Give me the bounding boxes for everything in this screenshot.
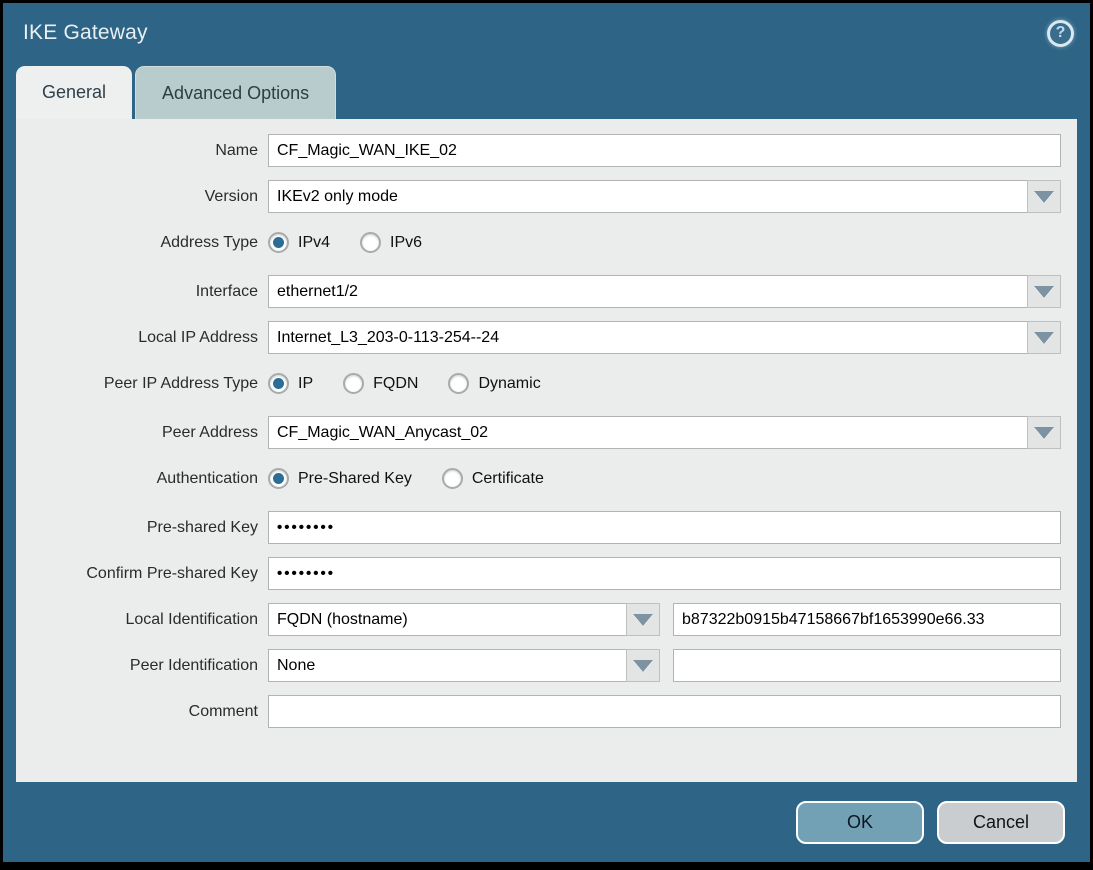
local-identification-type-select: FQDN (hostname) <box>268 603 660 636</box>
radio-button-icon <box>268 373 289 394</box>
comment-row: Comment <box>16 695 1061 728</box>
peer-ip-type-radio-ip[interactable]: IP <box>268 373 313 394</box>
radio-label: Pre-Shared Key <box>298 470 412 488</box>
radio-button-icon <box>268 468 289 489</box>
peer-address-dropdown-button[interactable] <box>1027 416 1061 449</box>
local-ip-address-label: Local IP Address <box>16 329 268 347</box>
version-label: Version <box>16 188 268 206</box>
chevron-down-icon <box>1034 332 1054 344</box>
comment-input[interactable] <box>268 695 1061 728</box>
tab-general-label: General <box>42 82 106 103</box>
peer-address-row: Peer Address CF_Magic_WAN_Anycast_02 <box>16 416 1061 449</box>
local-ip-address-select: Internet_L3_203-0-113-254--24 <box>268 321 1061 354</box>
chevron-down-icon <box>1034 191 1054 203</box>
peer-ip-type-radio-fqdn[interactable]: FQDN <box>343 373 418 394</box>
address-type-label: Address Type <box>16 234 268 252</box>
tab-general[interactable]: General <box>16 66 132 119</box>
peer-address-select-value[interactable]: CF_Magic_WAN_Anycast_02 <box>268 416 1028 449</box>
tab-advanced-options-label: Advanced Options <box>162 83 309 104</box>
ike-gateway-dialog: IKE Gateway ? General Advanced Options N… <box>0 0 1093 870</box>
authentication-label: Authentication <box>16 470 268 488</box>
radio-button-icon <box>343 373 364 394</box>
general-tab-panel: Name CF_Magic_WAN_IKE_02 Version IKEv2 o… <box>16 119 1077 782</box>
peer-identification-label: Peer Identification <box>16 657 268 675</box>
tab-advanced-options[interactable]: Advanced Options <box>135 66 336 119</box>
radio-label: IPv4 <box>298 234 330 252</box>
help-icon[interactable]: ? <box>1047 20 1074 47</box>
local-ip-address-select-value[interactable]: Internet_L3_203-0-113-254--24 <box>268 321 1028 354</box>
radio-label: IPv6 <box>390 234 422 252</box>
name-row: Name CF_Magic_WAN_IKE_02 <box>16 134 1061 167</box>
local-ip-address-row: Local IP Address Internet_L3_203-0-113-2… <box>16 321 1061 354</box>
address-type-radio-ipv4[interactable]: IPv4 <box>268 232 330 253</box>
version-dropdown-button[interactable] <box>1027 180 1061 213</box>
peer-ip-address-type-label: Peer IP Address Type <box>16 375 268 393</box>
name-input[interactable]: CF_Magic_WAN_IKE_02 <box>268 134 1061 167</box>
radio-label: Dynamic <box>478 375 540 393</box>
local-identification-label: Local Identification <box>16 611 268 629</box>
peer-address-label: Peer Address <box>16 424 268 442</box>
interface-row: Interface ethernet1/2 <box>16 275 1061 308</box>
confirm-pre-shared-key-row: Confirm Pre-shared Key •••••••• <box>16 557 1061 590</box>
chevron-down-icon <box>633 660 653 672</box>
confirm-pre-shared-key-label: Confirm Pre-shared Key <box>16 565 268 583</box>
local-identification-value-input[interactable]: b87322b0915b47158667bf1653990e66.33 <box>673 603 1061 636</box>
cancel-button[interactable]: Cancel <box>937 801 1065 844</box>
interface-label: Interface <box>16 283 268 301</box>
interface-select: ethernet1/2 <box>268 275 1061 308</box>
version-select-value[interactable]: IKEv2 only mode <box>268 180 1028 213</box>
radio-label: Certificate <box>472 470 544 488</box>
peer-ip-type-radio-dynamic[interactable]: Dynamic <box>448 373 540 394</box>
peer-ip-address-type-row: Peer IP Address Type IP FQDN Dynamic <box>16 367 1061 400</box>
local-ip-address-dropdown-button[interactable] <box>1027 321 1061 354</box>
local-identification-row: Local Identification FQDN (hostname) b87… <box>16 603 1061 636</box>
chevron-down-icon <box>1034 427 1054 439</box>
pre-shared-key-row: Pre-shared Key •••••••• <box>16 511 1061 544</box>
radio-button-icon <box>360 232 381 253</box>
peer-identification-type-select: None <box>268 649 660 682</box>
local-identification-dropdown-button[interactable] <box>626 603 660 636</box>
peer-identification-dropdown-button[interactable] <box>626 649 660 682</box>
version-select: IKEv2 only mode <box>268 180 1061 213</box>
name-label: Name <box>16 142 268 160</box>
local-identification-type-value[interactable]: FQDN (hostname) <box>268 603 627 636</box>
chevron-down-icon <box>633 614 653 626</box>
radio-button-icon <box>442 468 463 489</box>
peer-identification-row: Peer Identification None <box>16 649 1061 682</box>
confirm-pre-shared-key-input[interactable]: •••••••• <box>268 557 1061 590</box>
authentication-radio-certificate[interactable]: Certificate <box>442 468 544 489</box>
address-type-radio-ipv6[interactable]: IPv6 <box>360 232 422 253</box>
authentication-radio-pre-shared-key[interactable]: Pre-Shared Key <box>268 468 412 489</box>
interface-select-value[interactable]: ethernet1/2 <box>268 275 1028 308</box>
peer-identification-value-input[interactable] <box>673 649 1061 682</box>
dialog-title: IKE Gateway <box>23 21 148 45</box>
tab-bar: General Advanced Options <box>3 63 1090 119</box>
address-type-row: Address Type IPv4 IPv6 <box>16 226 1061 259</box>
peer-identification-type-value[interactable]: None <box>268 649 627 682</box>
radio-label: FQDN <box>373 375 418 393</box>
version-row: Version IKEv2 only mode <box>16 180 1061 213</box>
pre-shared-key-label: Pre-shared Key <box>16 519 268 537</box>
title-bar: IKE Gateway ? <box>3 3 1090 63</box>
ok-button[interactable]: OK <box>796 801 924 844</box>
interface-dropdown-button[interactable] <box>1027 275 1061 308</box>
radio-button-icon <box>268 232 289 253</box>
comment-label: Comment <box>16 703 268 721</box>
chevron-down-icon <box>1034 286 1054 298</box>
radio-button-icon <box>448 373 469 394</box>
radio-label: IP <box>298 375 313 393</box>
dialog-footer: OK Cancel <box>3 782 1090 862</box>
peer-address-select: CF_Magic_WAN_Anycast_02 <box>268 416 1061 449</box>
authentication-row: Authentication Pre-Shared Key Certificat… <box>16 462 1061 495</box>
pre-shared-key-input[interactable]: •••••••• <box>268 511 1061 544</box>
